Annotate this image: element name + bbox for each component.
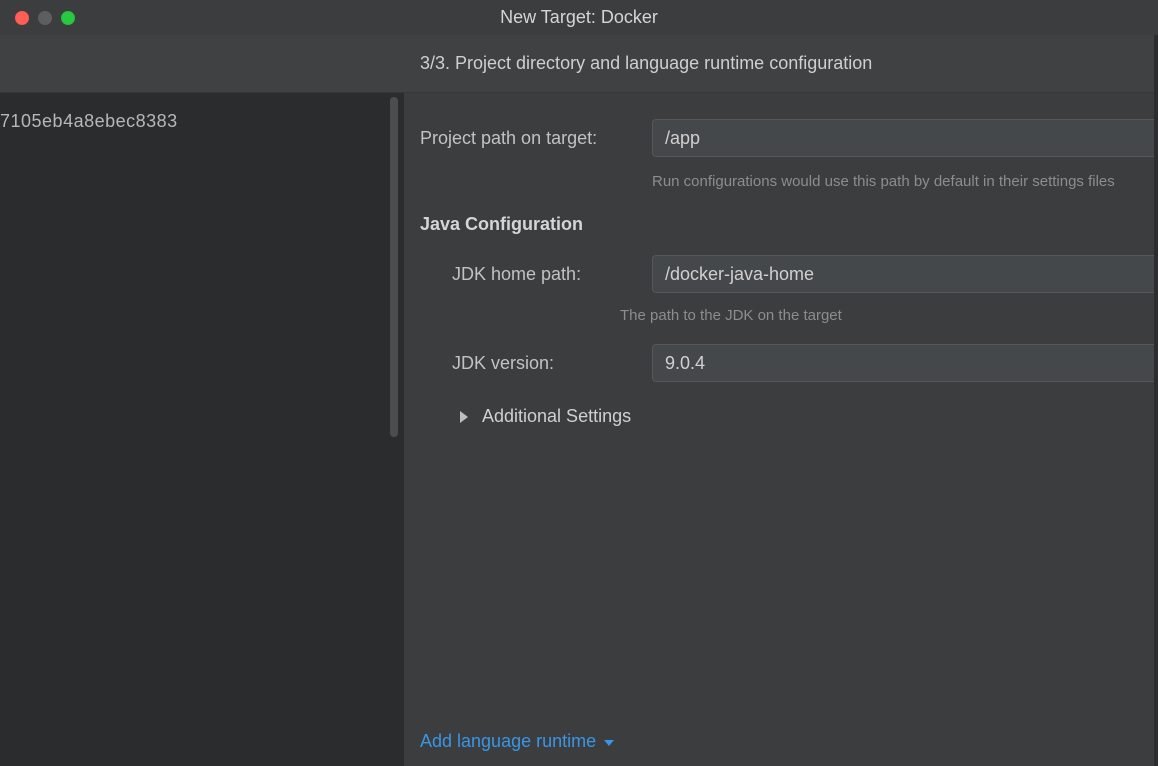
add-language-runtime-label: Add language runtime [420, 731, 596, 752]
right-window-edge [1154, 35, 1158, 766]
project-path-label: Project path on target: [420, 128, 652, 149]
jdk-version-value: 9.0.4 [665, 353, 705, 374]
java-configuration-heading: Java Configuration [420, 206, 1158, 255]
jdk-home-hint: The path to the JDK on the target [420, 299, 1158, 344]
minimize-window-icon [38, 11, 52, 25]
project-path-input[interactable]: /app [652, 119, 1158, 157]
jdk-home-value: /docker-java-home [665, 264, 814, 285]
chevron-down-icon [604, 740, 614, 746]
project-path-row: Project path on target: /app [420, 119, 1158, 157]
jdk-version-row: JDK version: 9.0.4 [420, 344, 1158, 382]
content-panel: Project path on target: /app Run configu… [404, 93, 1158, 766]
wizard-step-header: 3/3. Project directory and language runt… [0, 35, 1158, 93]
sidebar-item-image[interactable]: 7105eb4a8ebec8383 [0, 93, 404, 132]
jdk-version-input[interactable]: 9.0.4 [652, 344, 1158, 382]
jdk-home-label: JDK home path: [420, 264, 652, 285]
window-title: New Target: Docker [0, 7, 1158, 28]
jdk-home-row: JDK home path: /docker-java-home [420, 255, 1158, 293]
titlebar: New Target: Docker [0, 0, 1158, 35]
dialog-body: 7105eb4a8ebec8383 Project path on target… [0, 93, 1158, 766]
close-window-icon[interactable] [15, 11, 29, 25]
window-controls [0, 11, 75, 25]
project-path-value: /app [665, 128, 700, 149]
sidebar: 7105eb4a8ebec8383 [0, 93, 404, 766]
zoom-window-icon[interactable] [61, 11, 75, 25]
additional-settings-toggle[interactable]: Additional Settings [420, 388, 1158, 427]
additional-settings-label: Additional Settings [482, 406, 631, 427]
project-path-hint: Run configurations would use this path b… [420, 163, 1158, 206]
wizard-step-label: 3/3. Project directory and language runt… [420, 53, 872, 74]
jdk-home-input[interactable]: /docker-java-home [652, 255, 1158, 293]
sidebar-scrollbar[interactable] [390, 97, 398, 437]
add-language-runtime-button[interactable]: Add language runtime [420, 731, 614, 752]
disclosure-triangle-icon [460, 411, 468, 423]
jdk-version-label: JDK version: [420, 353, 652, 374]
